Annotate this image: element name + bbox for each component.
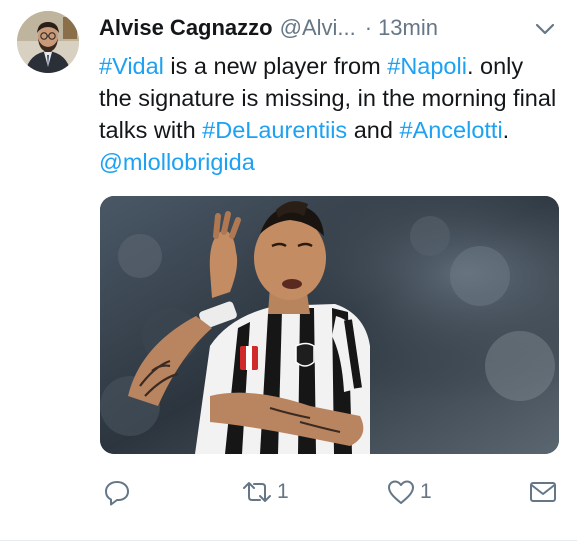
football-player-image — [100, 196, 559, 454]
reply-icon — [103, 478, 131, 506]
tweet-text-segment: and — [347, 117, 400, 143]
tweet-text: #Vidal is a new player from #Napoli. onl… — [99, 50, 559, 178]
separator-dot: · — [364, 15, 373, 40]
mention-link[interactable]: @mlollobrigida — [99, 149, 255, 175]
hashtag-link[interactable]: #DeLaurentiis — [202, 117, 347, 143]
tweet-actions: 1 1 — [0, 470, 577, 514]
tweet-photo[interactable] — [100, 196, 559, 454]
hashtag-link[interactable]: #Vidal — [99, 53, 164, 79]
tweet-text-segment: . — [502, 117, 510, 143]
author-handle[interactable]: @Alvi... — [280, 15, 356, 41]
chevron-down-icon[interactable] — [533, 17, 557, 41]
direct-message-button[interactable] — [528, 476, 562, 508]
retweet-icon — [241, 478, 273, 506]
like-button[interactable]: 1 — [386, 476, 432, 508]
retweet-count: 1 — [277, 480, 289, 503]
avatar-image — [17, 11, 79, 73]
tweet-header: Alvise Cagnazzo @Alvi... · 13min — [99, 13, 557, 43]
avatar[interactable] — [17, 11, 79, 73]
hashtag-link[interactable]: #Ancelotti — [399, 117, 502, 143]
hashtag-link[interactable]: #Napoli — [387, 53, 467, 79]
retweet-button[interactable]: 1 — [241, 476, 289, 508]
envelope-icon — [528, 478, 558, 506]
reply-button[interactable] — [103, 476, 135, 508]
timestamp[interactable]: 13min — [378, 15, 438, 41]
like-count: 1 — [420, 480, 432, 503]
heart-icon — [386, 478, 416, 506]
tweet-card[interactable]: Alvise Cagnazzo @Alvi... · 13min #Vidal … — [0, 0, 577, 541]
author-name[interactable]: Alvise Cagnazzo — [99, 15, 273, 41]
tweet-text-segment: is a new player from — [163, 53, 388, 79]
